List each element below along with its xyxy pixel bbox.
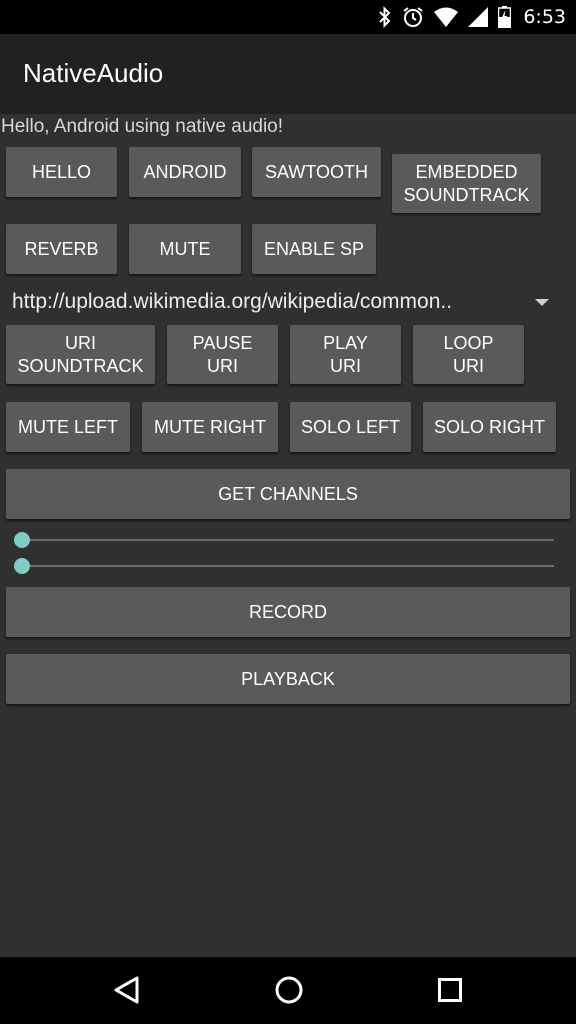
uri-spinner-value: http://upload.wikimedia.org/wikipedia/co… xyxy=(12,290,453,313)
hello-text: Hello, Android using native audio! xyxy=(1,116,284,137)
seekbar-thumb[interactable] xyxy=(14,558,30,574)
bluetooth-icon xyxy=(378,6,392,28)
home-icon[interactable] xyxy=(274,975,304,1010)
uri-spinner[interactable]: http://upload.wikimedia.org/wikipedia/co… xyxy=(0,282,576,322)
mute-left-button[interactable]: MUTE LEFT xyxy=(6,402,130,452)
alarm-icon xyxy=(402,6,424,28)
app-bar: NativeAudio xyxy=(0,34,576,114)
mute-right-button[interactable]: MUTE RIGHT xyxy=(142,402,278,452)
recents-icon[interactable] xyxy=(437,975,463,1010)
cell-signal-icon xyxy=(468,7,489,27)
android-button[interactable]: ANDROID xyxy=(129,147,241,197)
record-button[interactable]: RECORD xyxy=(6,587,570,637)
playback-button[interactable]: PLAYBACK xyxy=(6,654,570,704)
app-title: NativeAudio xyxy=(23,58,164,88)
seekbar-thumb[interactable] xyxy=(14,532,30,548)
uri-soundtrack-button[interactable]: URI SOUNDTRACK xyxy=(6,325,155,384)
seekbar-2[interactable] xyxy=(14,556,554,576)
navigation-bar xyxy=(0,957,576,1024)
hello-button[interactable]: HELLO xyxy=(6,147,117,197)
get-channels-button[interactable]: GET CHANNELS xyxy=(6,469,570,519)
reverb-button[interactable]: REVERB xyxy=(6,224,117,274)
enable-sp-button[interactable]: ENABLE SP xyxy=(252,224,376,274)
status-icons: 6:53 xyxy=(378,0,566,34)
solo-left-button[interactable]: SOLO LEFT xyxy=(290,402,411,452)
pause-uri-button[interactable]: PAUSE URI xyxy=(167,325,278,384)
clock-time: 6:53 xyxy=(523,6,566,28)
mute-button[interactable]: MUTE xyxy=(129,224,241,274)
dropdown-arrow-icon xyxy=(535,299,549,306)
status-bar: 6:53 xyxy=(0,0,576,34)
back-icon[interactable] xyxy=(113,975,141,1010)
embedded-soundtrack-button[interactable]: EMBEDDED SOUNDTRACK xyxy=(392,154,541,213)
loop-uri-button[interactable]: LOOP URI xyxy=(413,325,524,384)
wifi-icon xyxy=(434,7,459,27)
seekbar-track xyxy=(22,539,554,541)
sawtooth-button[interactable]: SAWTOOTH xyxy=(252,147,381,197)
seekbar-1[interactable] xyxy=(14,530,554,550)
battery-charging-icon xyxy=(498,6,512,28)
main-content: Hello, Android using native audio! HELLO… xyxy=(0,114,576,957)
solo-right-button[interactable]: SOLO RIGHT xyxy=(423,402,556,452)
seekbar-track xyxy=(22,565,554,567)
play-uri-button[interactable]: PLAY URI xyxy=(290,325,401,384)
